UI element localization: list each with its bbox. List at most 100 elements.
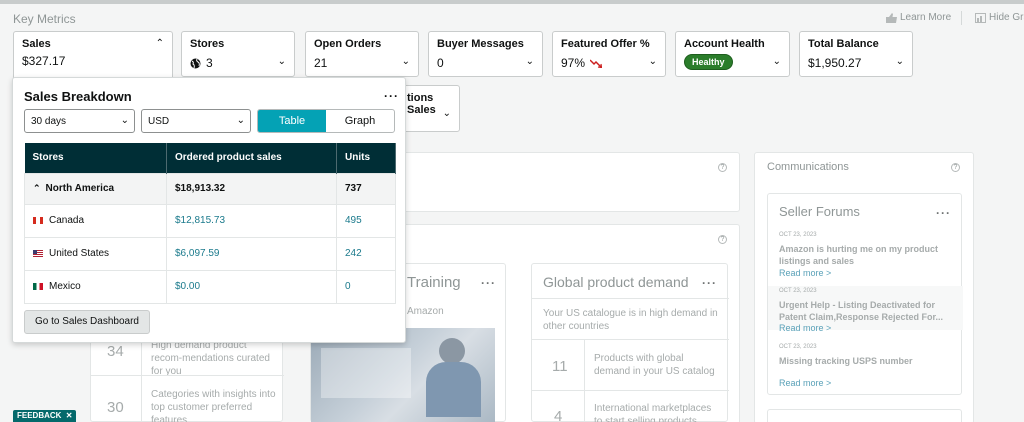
us-flag-icon xyxy=(33,249,43,257)
stores-card[interactable]: Stores 3 ⌄ xyxy=(181,31,295,77)
store-name: United States xyxy=(49,248,110,259)
category-count: 30 xyxy=(107,399,124,416)
period-value: 30 days xyxy=(31,116,67,127)
column-header: Stores xyxy=(24,143,167,173)
chevron-up-icon[interactable]: ⌃ xyxy=(33,183,41,193)
sales-value: $327.17 xyxy=(22,54,66,68)
region-cell: ⌃ North America xyxy=(24,172,167,205)
store-cell: United States xyxy=(24,236,167,271)
total-balance-label: Total Balance xyxy=(808,38,879,50)
training-subtitle: Amazon xyxy=(407,306,444,317)
post-title[interactable]: Missing tracking USPS number xyxy=(779,355,954,367)
thumbs-up-icon xyxy=(886,12,897,23)
featured-offer-label: Featured Offer % xyxy=(561,38,650,50)
account-health-card[interactable]: Account Health Healthy ⌄ xyxy=(675,31,790,77)
chevron-down-icon: ⌄ xyxy=(895,56,904,67)
sales-breakdown-popup: Sales Breakdown ··· 30 days ⌄ USD ⌄ Tabl… xyxy=(12,77,406,343)
more-options-icon[interactable]: ··· xyxy=(384,89,399,103)
mexico-flag-icon xyxy=(33,282,43,290)
seller-forums-title: Seller Forums xyxy=(779,204,860,219)
read-more-link[interactable]: Read more > xyxy=(779,323,831,333)
read-more-link[interactable]: Read more > xyxy=(779,268,831,278)
stores-value: 3 xyxy=(206,56,213,70)
featured-offer-value: 97% xyxy=(561,56,586,70)
post-date: OCT 23, 2023 xyxy=(779,288,817,294)
health-status-badge: Healthy xyxy=(684,54,733,70)
screen-glow xyxy=(321,348,411,398)
feedback-label: FEEDBACK xyxy=(17,411,62,420)
column-header: Ordered product sales xyxy=(166,143,337,173)
currency-select[interactable]: USD ⌄ xyxy=(141,109,251,133)
feedback-tab[interactable]: FEEDBACK ✕ xyxy=(13,410,77,422)
buyer-messages-label: Buyer Messages xyxy=(437,38,524,50)
category-text: Categories with insights into top custom… xyxy=(151,389,276,422)
global-demand-subtitle: Your US catalogue is in high demand in o… xyxy=(543,308,718,332)
region-units: 737 xyxy=(336,172,396,205)
graph-view-button[interactable]: Graph xyxy=(326,110,394,132)
post-title[interactable]: Urgent Help - Listing Deactivated for Pa… xyxy=(779,299,954,323)
chevron-down-icon: ⌄ xyxy=(772,56,781,67)
top-widget-panel: ? xyxy=(392,152,740,212)
seller-forums-card: Seller Forums ··· OCT 23, 2023 Amazon is… xyxy=(767,193,963,395)
next-card xyxy=(767,409,962,422)
table-row: United States $6,097.59 242 xyxy=(24,236,396,271)
featured-offer-card[interactable]: Featured Offer % 97% ⌄ xyxy=(552,31,666,77)
period-select[interactable]: 30 days ⌄ xyxy=(24,109,135,133)
divider xyxy=(532,390,729,391)
page-title: Key Metrics xyxy=(13,12,76,26)
recommendation-text: High demand product recom-mendations cur… xyxy=(151,340,270,377)
region-name: North America xyxy=(45,183,115,194)
view-toggle: Table Graph xyxy=(257,109,395,133)
store-cell: Mexico xyxy=(24,269,167,304)
table-row: Mexico $0.00 0 xyxy=(24,269,396,304)
buyer-messages-value: 0 xyxy=(437,56,444,70)
post-date: OCT 23, 2023 xyxy=(779,232,817,238)
global-demand-card: Global product demand ··· Your US catalo… xyxy=(531,263,729,422)
stores-label: Stores xyxy=(190,38,225,50)
more-options-icon[interactable]: ··· xyxy=(936,206,951,220)
sales-card[interactable]: Sales $327.17 ⌃ xyxy=(13,31,173,79)
store-name: Mexico xyxy=(49,281,81,292)
global-products-text: Products with global demand in your US c… xyxy=(594,353,715,377)
marketplaces-count: 4 xyxy=(554,408,563,422)
account-health-label: Account Health xyxy=(684,38,765,50)
divider xyxy=(532,298,729,299)
trend-down-icon xyxy=(590,58,603,68)
chevron-down-icon: ⌄ xyxy=(277,56,286,67)
close-icon[interactable]: ✕ xyxy=(66,411,73,420)
store-units: 495 xyxy=(336,203,396,238)
chevron-up-icon: ⌃ xyxy=(155,38,164,49)
stores-value-row: 3 xyxy=(190,56,286,70)
total-balance-card[interactable]: Total Balance $1,950.27 ⌄ xyxy=(799,31,913,77)
hide-graph-link[interactable]: Hide Gra xyxy=(975,12,1024,23)
open-orders-card[interactable]: Open Orders 21 ⌄ xyxy=(305,31,419,77)
help-icon: ? xyxy=(718,163,727,172)
more-options-icon[interactable]: ··· xyxy=(481,276,496,290)
global-products-count: 11 xyxy=(552,358,568,375)
divider xyxy=(584,340,585,422)
divider xyxy=(141,331,142,422)
store-sales: $6,097.59 xyxy=(166,236,337,271)
store-units: 242 xyxy=(336,236,396,271)
sales-table: Stores Ordered product sales Units ⌃ Nort… xyxy=(24,143,396,304)
popup-title: Sales Breakdown xyxy=(24,89,132,104)
table-view-button[interactable]: Table xyxy=(258,110,326,132)
store-sales: $0.00 xyxy=(166,269,337,304)
buyer-messages-card[interactable]: Buyer Messages 0 ⌄ xyxy=(428,31,543,77)
post-date: OCT 23, 2023 xyxy=(779,344,817,350)
chevron-down-icon: ⌄ xyxy=(525,56,534,67)
sales-dashboard-button[interactable]: Go to Sales Dashboard xyxy=(24,310,150,334)
hide-graph-label: Hide Gra xyxy=(989,12,1024,23)
chevron-down-icon: ⌄ xyxy=(648,56,657,67)
more-options-icon[interactable]: ··· xyxy=(702,276,717,290)
open-orders-label: Open Orders xyxy=(314,38,382,50)
read-more-link[interactable]: Read more > xyxy=(779,378,831,388)
store-units: 0 xyxy=(336,269,396,304)
divider xyxy=(532,339,729,340)
store-sales: $12,815.73 xyxy=(166,203,337,238)
person-body xyxy=(426,362,481,417)
post-title[interactable]: Amazon is hurting me on my product listi… xyxy=(779,243,954,267)
learn-more-link[interactable]: Learn More xyxy=(886,12,951,23)
marketplaces-text: International marketplaces to start sell… xyxy=(594,403,712,422)
region-row[interactable]: ⌃ North America $18,913.32 737 xyxy=(24,172,396,205)
